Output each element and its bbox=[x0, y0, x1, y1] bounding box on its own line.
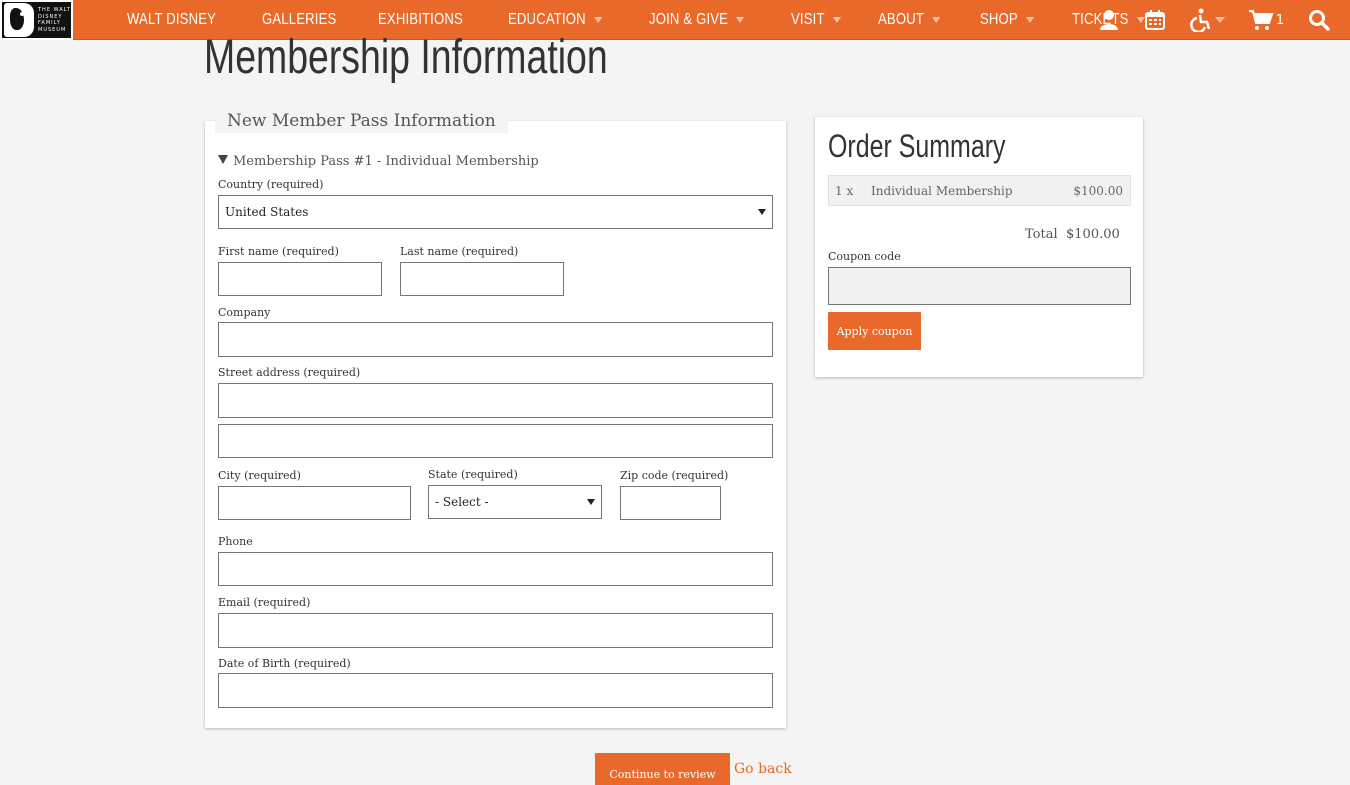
line-item-quantity: 1 x bbox=[835, 184, 854, 198]
email-label: Email (required) bbox=[218, 596, 311, 609]
pass-section-toggle[interactable]: Membership Pass #1 - Individual Membersh… bbox=[218, 154, 539, 169]
triangle-down-icon bbox=[218, 155, 228, 164]
select-arrow-icon bbox=[758, 209, 766, 215]
date-of-birth-input[interactable] bbox=[218, 673, 773, 708]
country-label: Country (required) bbox=[218, 178, 324, 191]
nav-item-join-give[interactable]: JOIN & GIVE bbox=[649, 11, 745, 29]
zip-code-input[interactable] bbox=[620, 486, 721, 520]
chevron-down-icon bbox=[1215, 17, 1225, 23]
top-navigation-bar: THE WALT DISNEY FAMILY MUSEUM WALT DISNE… bbox=[0, 0, 1350, 40]
company-label: Company bbox=[218, 306, 271, 319]
page-title: Membership Information bbox=[204, 31, 608, 84]
street-address-label: Street address (required) bbox=[218, 366, 361, 379]
user-icon[interactable] bbox=[1096, 7, 1122, 33]
cart-icon[interactable]: 1 bbox=[1246, 7, 1286, 33]
chevron-down-icon bbox=[932, 17, 941, 23]
nav-item-walt-disney[interactable]: WALT DISNEY bbox=[127, 11, 216, 29]
nav-item-education[interactable]: EDUCATION bbox=[508, 11, 603, 29]
form-legend: New Member Pass Information bbox=[215, 109, 508, 133]
line-item-name: Individual Membership bbox=[871, 184, 1013, 198]
last-name-label: Last name (required) bbox=[400, 245, 519, 258]
chevron-down-icon bbox=[833, 17, 842, 23]
zip-code-label: Zip code (required) bbox=[620, 469, 729, 482]
state-select[interactable]: - Select - bbox=[428, 485, 602, 519]
phone-input[interactable] bbox=[218, 552, 773, 586]
cart-count-badge: 1 bbox=[1275, 12, 1285, 28]
select-arrow-icon bbox=[587, 499, 595, 505]
date-of-birth-label: Date of Birth (required) bbox=[218, 657, 351, 670]
total-value: $100.00 bbox=[1066, 227, 1120, 242]
calendar-icon[interactable] bbox=[1142, 7, 1168, 33]
country-select[interactable]: United States bbox=[218, 195, 773, 229]
chevron-down-icon bbox=[1026, 17, 1035, 23]
accessibility-icon[interactable] bbox=[1188, 7, 1226, 33]
first-name-label: First name (required) bbox=[218, 245, 339, 258]
nav-item-visit[interactable]: VISIT bbox=[791, 11, 842, 29]
order-line-item: 1 x Individual Membership $100.00 bbox=[828, 175, 1131, 206]
coupon-code-input[interactable] bbox=[828, 267, 1131, 305]
continue-to-review-button[interactable]: Continue to review bbox=[595, 753, 730, 785]
nav-item-galleries[interactable]: GALLERIES bbox=[262, 11, 336, 29]
nav-item-exhibitions[interactable]: EXHIBITIONS bbox=[378, 11, 463, 29]
total-label: Total bbox=[1025, 227, 1058, 242]
museum-logo[interactable]: THE WALT DISNEY FAMILY MUSEUM bbox=[0, 0, 73, 40]
city-input[interactable] bbox=[218, 486, 411, 520]
nav-item-about[interactable]: ABOUT bbox=[878, 11, 941, 29]
coupon-code-label: Coupon code bbox=[828, 250, 901, 263]
walt-portrait-icon bbox=[4, 3, 34, 37]
chevron-down-icon bbox=[736, 17, 745, 23]
apply-coupon-button[interactable]: Apply coupon bbox=[828, 312, 921, 350]
line-item-price: $100.00 bbox=[1073, 184, 1123, 198]
logo-text: THE WALT DISNEY FAMILY MUSEUM bbox=[38, 7, 71, 33]
email-input[interactable] bbox=[218, 613, 773, 648]
nav-item-shop[interactable]: SHOP bbox=[980, 11, 1035, 29]
last-name-input[interactable] bbox=[400, 262, 564, 296]
company-input[interactable] bbox=[218, 322, 773, 357]
first-name-input[interactable] bbox=[218, 262, 382, 296]
phone-label: Phone bbox=[218, 535, 253, 548]
chevron-down-icon bbox=[593, 17, 603, 23]
go-back-link[interactable]: Go back bbox=[734, 761, 792, 777]
city-label: City (required) bbox=[218, 469, 301, 482]
state-label: State (required) bbox=[428, 468, 518, 481]
order-summary-title: Order Summary bbox=[828, 128, 1006, 164]
search-icon[interactable] bbox=[1306, 7, 1332, 33]
utility-icons: 1 bbox=[1076, 0, 1332, 40]
street-address-line1-input[interactable] bbox=[218, 383, 773, 418]
street-address-line2-input[interactable] bbox=[218, 424, 773, 458]
